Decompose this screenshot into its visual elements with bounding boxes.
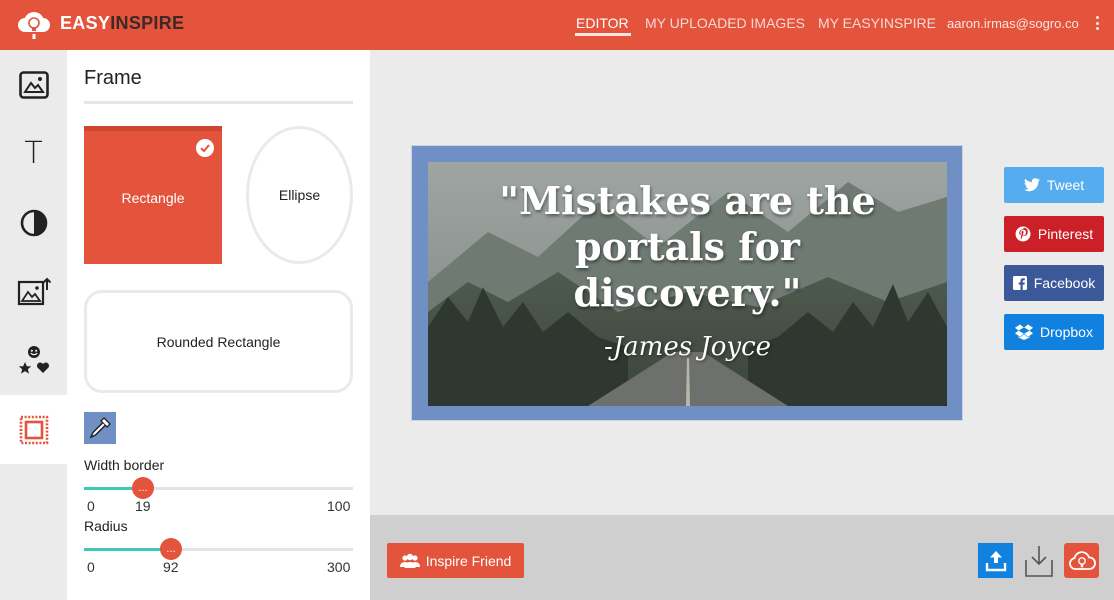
frame-settings-panel: Frame Rectangle Ellipse Rounded Rectangl…: [67, 50, 370, 600]
background-photo: "Mistakes are the portals for discovery.…: [428, 162, 947, 406]
width-border-slider-thumb[interactable]: ...: [132, 477, 154, 499]
facebook-button[interactable]: Facebook: [1004, 265, 1104, 301]
upload-button[interactable]: [978, 543, 1013, 578]
download-button[interactable]: [1021, 543, 1056, 578]
quote-line-1: "Mistakes are the: [499, 178, 876, 223]
radius-max: 300: [327, 559, 351, 575]
width-border-slider[interactable]: ...: [84, 477, 353, 499]
framed-image[interactable]: "Mistakes are the portals for discovery.…: [411, 145, 963, 421]
quote-text[interactable]: "Mistakes are the portals for discovery.…: [428, 178, 947, 316]
inspire-friend-button[interactable]: Inspire Friend: [387, 543, 524, 578]
shape-rectangle-label: Rectangle: [121, 189, 185, 206]
pinterest-button[interactable]: Pinterest: [1004, 216, 1104, 252]
more-menu-icon[interactable]: [1096, 16, 1100, 32]
panel-title: Frame: [84, 67, 142, 89]
facebook-icon: [1012, 276, 1027, 290]
tool-frame[interactable]: [0, 395, 67, 464]
nav-my-easyinspire[interactable]: MY EASYINSPIRE: [818, 15, 936, 31]
download-icon: [1024, 545, 1053, 577]
nav-active-underline: [575, 33, 631, 36]
tool-rail: T: [0, 50, 67, 600]
tool-image[interactable]: [0, 50, 67, 119]
nav-my-uploaded-images[interactable]: MY UPLOADED IMAGES: [645, 15, 805, 31]
twitter-icon: [1023, 178, 1040, 192]
user-email[interactable]: aaron.irmas@sogro.co: [947, 16, 1079, 31]
shape-ellipse-option[interactable]: Ellipse: [246, 126, 353, 264]
stickers-icon: [18, 345, 49, 374]
upload-image-icon: [17, 277, 51, 305]
tool-adjust[interactable]: [0, 188, 67, 257]
users-icon: [399, 553, 420, 568]
quote-line-3: discovery.": [573, 270, 802, 315]
tweet-label: Tweet: [1046, 177, 1085, 193]
nav-editor[interactable]: EDITOR: [576, 15, 629, 31]
border-color-picker[interactable]: [84, 412, 116, 444]
pinterest-icon: [1015, 226, 1031, 242]
shape-rounded-rectangle-option[interactable]: Rounded Rectangle: [84, 290, 353, 393]
width-border-label: Width border: [84, 457, 165, 473]
inspire-friend-label: Inspire Friend: [425, 552, 512, 569]
shape-ellipse-label: Ellipse: [278, 187, 321, 203]
radius-slider-thumb[interactable]: ...: [160, 538, 182, 560]
width-border-max: 100: [327, 498, 351, 514]
brand-secondary: INSPIRE: [110, 13, 185, 33]
text-icon: T: [24, 136, 43, 171]
shape-rounded-rectangle-label: Rounded Rectangle: [156, 333, 281, 350]
frame-icon: [19, 415, 48, 444]
quote-line-2: portals for: [575, 224, 800, 269]
radius-min: 0: [87, 559, 95, 575]
dropbox-icon: [1015, 324, 1034, 340]
brand-name[interactable]: EASYINSPIRE: [60, 13, 184, 34]
facebook-label: Facebook: [1033, 275, 1096, 291]
cloud-icon: [1068, 550, 1096, 570]
brand-primary: EASY: [60, 13, 111, 33]
editor-canvas-area: "Mistakes are the portals for discovery.…: [370, 50, 1114, 515]
top-navigation-bar: EASYINSPIRE EDITOR MY UPLOADED IMAGES MY…: [0, 0, 1114, 50]
tool-text[interactable]: T: [0, 119, 67, 188]
eyedropper-icon: [89, 417, 111, 439]
save-to-cloud-button[interactable]: [1064, 543, 1099, 578]
panel-divider: [84, 101, 353, 104]
radius-slider[interactable]: ...: [84, 538, 353, 560]
radius-value: 92: [163, 559, 179, 575]
dropbox-button[interactable]: Dropbox: [1004, 314, 1104, 350]
radius-slider-fill: [84, 548, 171, 551]
dropbox-label: Dropbox: [1040, 324, 1093, 340]
radius-label: Radius: [84, 518, 128, 534]
upload-icon: [985, 550, 1006, 571]
shape-rectangle-option[interactable]: Rectangle: [84, 126, 222, 264]
quote-author[interactable]: -James Joyce: [428, 332, 947, 362]
easyinspire-logo-icon[interactable]: [16, 8, 52, 40]
check-icon: [196, 139, 214, 157]
width-border-min: 0: [87, 498, 95, 514]
pinterest-label: Pinterest: [1037, 226, 1094, 242]
width-border-value: 19: [135, 498, 151, 514]
tweet-button[interactable]: Tweet: [1004, 167, 1104, 203]
contrast-icon: [20, 209, 47, 236]
tool-upload-image[interactable]: [0, 257, 67, 326]
tool-stickers[interactable]: [0, 326, 67, 395]
bottom-toolbar: Inspire Friend: [370, 515, 1114, 600]
image-icon: [18, 70, 49, 99]
